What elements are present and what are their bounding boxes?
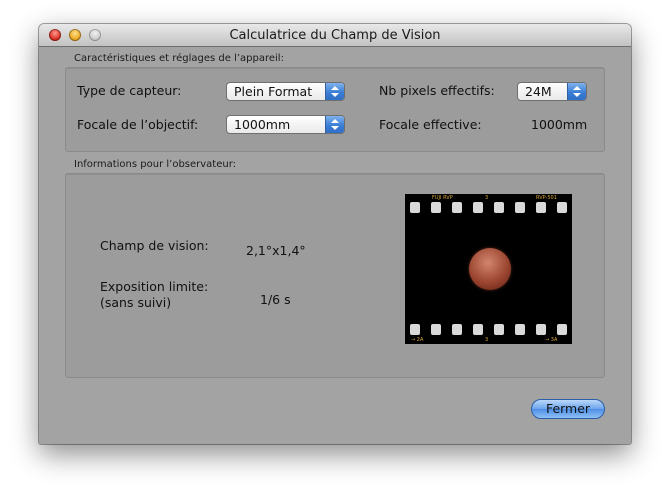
sprocket-hole (557, 324, 567, 335)
film-brand-text: FUJI RVP (432, 195, 453, 201)
camera-settings-group (65, 67, 605, 152)
sensor-type-label: Type de capteur: (77, 83, 182, 98)
sprocket-hole (515, 324, 525, 335)
effective-pixels-label: Nb pixels effectifs: (379, 83, 495, 98)
sensor-type-select[interactable]: Plein Format (226, 82, 345, 101)
exposure-limit-label: Exposition limite: (100, 279, 209, 294)
updown-arrows-icon (325, 83, 344, 100)
sprocket-hole (494, 324, 504, 335)
camera-group-label: Caractéristiques et réglages de l’appare… (74, 53, 284, 64)
sprocket-hole (452, 324, 462, 335)
sprocket-hole (431, 202, 441, 213)
sprocket-hole (473, 202, 483, 213)
sprocket-hole (410, 202, 420, 213)
title-bar[interactable]: Calculatrice du Champ de Vision (39, 24, 631, 47)
exposure-limit-sublabel: (sans suivi) (100, 295, 172, 310)
eclipsed-moon (469, 248, 511, 290)
film-code-text: RVP-501 (536, 195, 557, 201)
sprocket-hole (431, 324, 441, 335)
sprocket-hole (452, 202, 462, 213)
focal-lens-label: Focale de l’objectif: (77, 117, 199, 132)
focal-lens-value: 1000mm (234, 117, 291, 132)
field-of-view-value: 2,1°x1,4° (246, 243, 306, 258)
film-bottom-right-text: → 3A (545, 337, 558, 343)
field-of-view-label: Champ de vision: (100, 238, 209, 253)
updown-arrows-icon (567, 83, 586, 100)
sensor-type-value: Plein Format (234, 84, 313, 99)
sprocket-hole (536, 324, 546, 335)
focal-lens-select[interactable]: 1000mm (226, 115, 345, 134)
close-button[interactable]: Fermer (531, 399, 605, 419)
film-bottom-mid-text: 3 (485, 337, 489, 343)
film-strip-moon-image: FUJI RVP 3 RVP-501 → 2A 3 → 3A (405, 194, 572, 344)
effective-pixels-select[interactable]: 24M (517, 82, 587, 101)
updown-arrows-icon (325, 116, 344, 133)
sprocket-hole (536, 202, 546, 213)
sprocket-hole (473, 324, 483, 335)
film-bottom-left-text: → 2A (411, 337, 424, 343)
effective-focal-value: 1000mm (531, 117, 588, 132)
exposure-limit-value: 1/6 s (260, 292, 291, 307)
effective-pixels-value: 24M (525, 84, 552, 99)
calculator-window: Calculatrice du Champ de Vision Caractér… (39, 24, 631, 444)
sprocket-hole (410, 324, 420, 335)
observer-group-label: Informations pour l’observateur: (74, 159, 237, 170)
sprocket-hole (494, 202, 504, 213)
window-title: Calculatrice du Champ de Vision (229, 28, 441, 43)
sprocket-hole (557, 202, 567, 213)
effective-focal-label: Focale effective: (379, 117, 482, 132)
film-frame-number: 3 (485, 195, 489, 201)
sprocket-hole (515, 202, 525, 213)
